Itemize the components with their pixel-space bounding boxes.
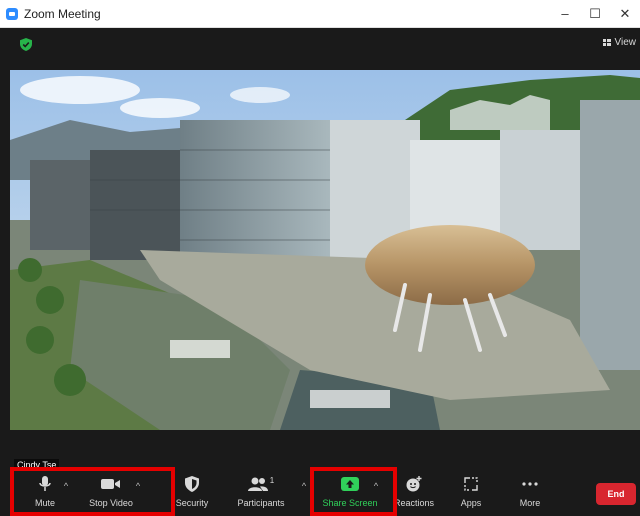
mute-button[interactable]: Mute [28, 474, 62, 514]
emoji-plus-icon [406, 476, 422, 492]
stop-video-label: Stop Video [89, 498, 133, 508]
audio-options-caret-icon[interactable]: ^ [62, 482, 70, 491]
grid-view-icon [602, 39, 611, 46]
participants-count: 1 [269, 475, 275, 485]
security-button[interactable]: Security [172, 474, 212, 514]
title-bar: Zoom Meeting – ☐ ✕ [0, 0, 640, 28]
microphone-icon [39, 476, 51, 491]
campus-scene-image [10, 70, 640, 430]
video-camera-icon [101, 479, 120, 489]
shield-check-icon[interactable] [20, 38, 32, 51]
apps-label: Apps [460, 498, 482, 508]
zoom-app-icon [6, 7, 18, 20]
video-options-caret-icon[interactable]: ^ [134, 482, 142, 491]
share-screen-arrow-icon [341, 477, 359, 491]
participants-icon [247, 477, 268, 491]
window-controls: – ☐ ✕ [550, 0, 640, 27]
video-feed [10, 70, 640, 430]
security-shield-icon [185, 476, 199, 492]
minimize-button[interactable]: – [550, 0, 580, 27]
participants-options-caret-icon[interactable]: ^ [300, 482, 308, 491]
share-options-caret-icon[interactable]: ^ [372, 482, 380, 491]
reactions-label: Reactions [393, 498, 435, 508]
end-meeting-button[interactable]: End [596, 483, 636, 505]
apps-button[interactable]: Apps [456, 474, 486, 514]
zoom-meeting-window: Zoom Meeting – ☐ ✕ View Cindy Tse Mute ^… [0, 0, 640, 516]
participants-button[interactable]: 1 Participants [228, 474, 294, 514]
window-title: Zoom Meeting [24, 6, 101, 21]
view-label: View [614, 37, 637, 48]
maximize-button[interactable]: ☐ [580, 0, 610, 27]
meeting-toolbar: Mute ^ Stop Video ^ Security 1 Participa… [0, 470, 640, 516]
mute-label: Mute [34, 498, 55, 508]
close-button[interactable]: ✕ [610, 0, 640, 27]
view-button[interactable]: View [602, 37, 637, 48]
share-screen-label: Share Screen [322, 498, 378, 508]
more-dots-icon [522, 482, 538, 486]
security-label: Security [175, 498, 209, 508]
meeting-header: View [0, 28, 640, 70]
apps-icon [464, 477, 478, 491]
stop-video-button[interactable]: Stop Video [86, 474, 136, 514]
participants-label: Participants [237, 498, 285, 508]
reactions-button[interactable]: Reactions [392, 474, 436, 514]
more-button[interactable]: More [514, 474, 546, 514]
share-screen-button[interactable]: Share Screen [320, 474, 380, 514]
more-label: More [519, 498, 541, 508]
